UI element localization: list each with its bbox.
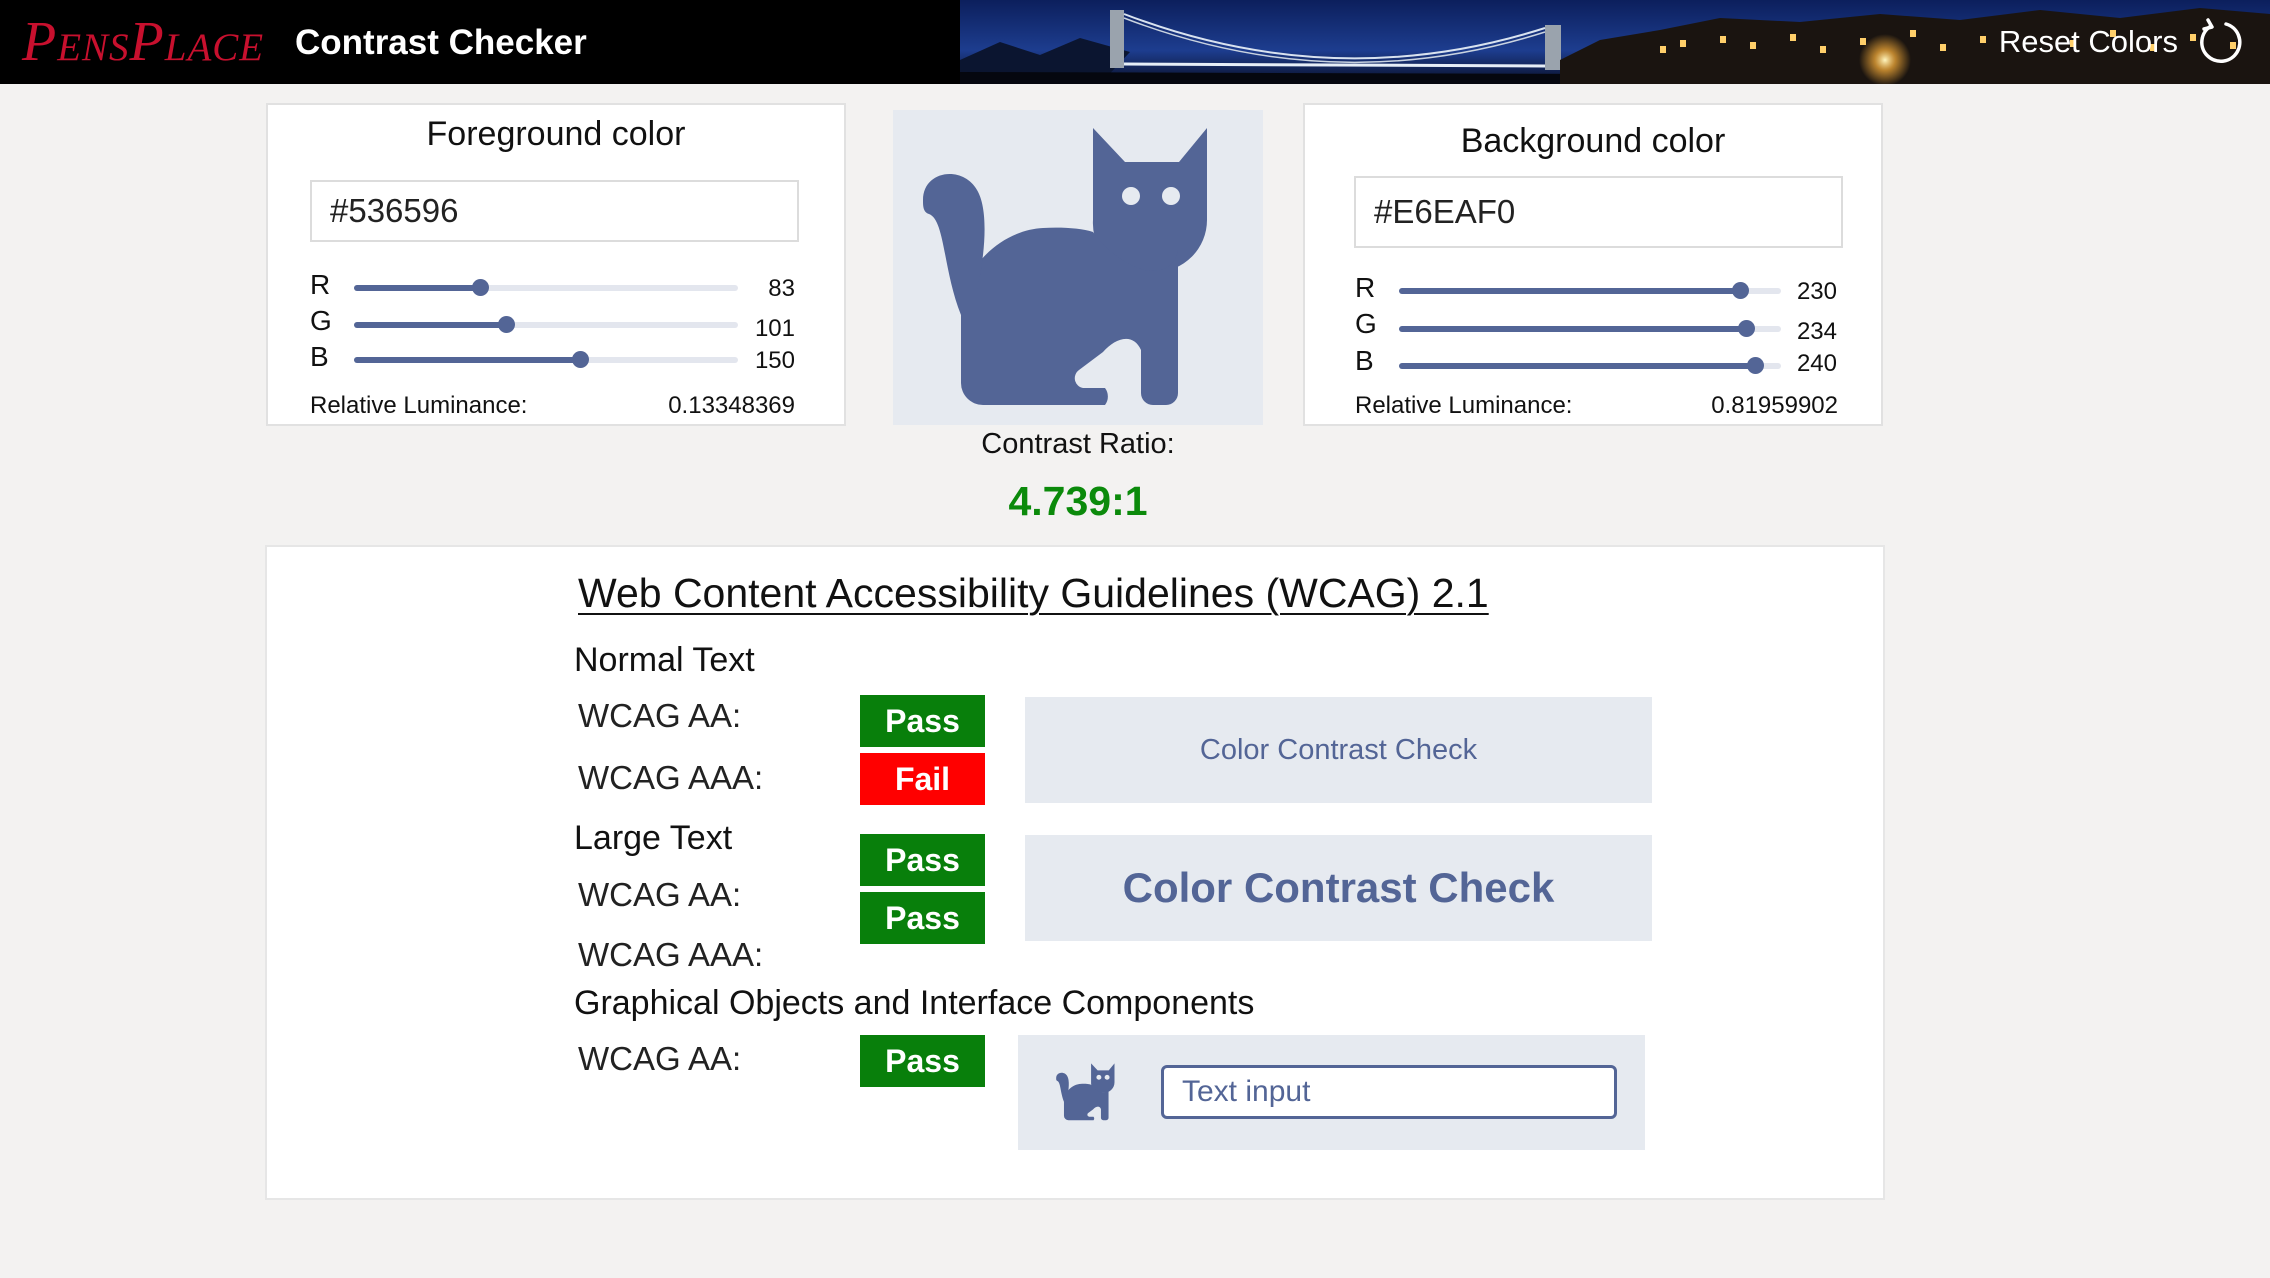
foreground-card: Foreground color R 83 G 101 B 150 Relati… (266, 103, 846, 426)
background-green-letter: G (1355, 308, 1377, 339)
foreground-red-slider[interactable] (354, 279, 738, 296)
large-aaa-badge: Pass (860, 892, 985, 944)
graphical-objects-sample (1018, 1035, 1645, 1150)
foreground-red-value: 83 (768, 275, 795, 302)
app-title: Contrast Checker (295, 23, 587, 62)
background-card: Background color R 230 G 234 B 240 Relat… (1303, 103, 1883, 426)
pensplace-logo: PensPlace (22, 11, 265, 73)
background-luminance-value: 0.81959902 (1711, 392, 1838, 419)
contrast-ratio-value: 4.739:1 (1008, 478, 1148, 524)
normal-aa-badge: Pass (860, 695, 985, 747)
background-blue-value: 240 (1796, 350, 1837, 377)
background-blue-letter: B (1355, 345, 1374, 376)
reset-colors-label: Reset Colors (1998, 24, 2178, 59)
foreground-green-value: 101 (754, 315, 795, 342)
foreground-blue-letter: B (310, 341, 329, 372)
foreground-green-fill (354, 322, 506, 328)
foreground-hex-input[interactable] (310, 180, 799, 242)
objects-aa-badge: Pass (860, 1035, 985, 1087)
cat-icon-small (1056, 1063, 1115, 1121)
background-green-fill (1399, 326, 1746, 332)
cat-icon (923, 128, 1207, 405)
foreground-blue-value: 150 (754, 347, 795, 374)
foreground-blue-fill (354, 357, 580, 363)
large-text-heading: Large Text (574, 819, 733, 857)
background-title: Background color (1460, 122, 1726, 160)
foreground-luminance-label: Relative Luminance: (310, 392, 528, 419)
foreground-green-letter: G (310, 305, 332, 336)
foreground-blue-thumb[interactable] (572, 351, 589, 368)
background-blue-slider[interactable] (1399, 357, 1781, 374)
large-aa-label: WCAG AA: (578, 876, 742, 913)
normal-aa-label: WCAG AA: (578, 697, 742, 734)
background-red-fill (1399, 288, 1740, 294)
background-blue-thumb[interactable] (1747, 357, 1764, 374)
normal-text-sample: Color Contrast Check (1025, 697, 1652, 803)
foreground-green-slider[interactable] (354, 316, 738, 333)
normal-aaa-label: WCAG AAA: (578, 759, 764, 796)
graphical-objects-heading: Graphical Objects and Interface Componen… (574, 984, 1255, 1022)
background-green-slider[interactable] (1399, 320, 1781, 337)
foreground-red-letter: R (310, 269, 331, 300)
large-aa-badge: Pass (860, 834, 985, 886)
background-red-value: 230 (1796, 278, 1837, 305)
foreground-red-fill (354, 285, 480, 291)
normal-text-heading: Normal Text (574, 641, 755, 679)
background-hex-input[interactable] (1354, 176, 1843, 248)
foreground-title: Foreground color (426, 115, 686, 153)
background-green-thumb[interactable] (1738, 320, 1755, 337)
background-red-letter: R (1355, 272, 1376, 303)
objects-aa-label: WCAG AA: (578, 1040, 742, 1077)
reset-colors-button[interactable]: Reset Colors (1999, 16, 2244, 68)
background-red-thumb[interactable] (1732, 282, 1749, 299)
foreground-luminance-value: 0.13348369 (668, 392, 795, 419)
foreground-red-thumb[interactable] (472, 279, 489, 296)
app-header: PensPlace Contrast Checker Reset Colors (0, 0, 2270, 84)
background-luminance-label: Relative Luminance: (1355, 392, 1573, 419)
foreground-green-thumb[interactable] (498, 316, 515, 333)
background-blue-fill (1399, 363, 1755, 369)
contrast-ratio-label: Contrast Ratio: (981, 428, 1175, 460)
wcag-title: Web Content Accessibility Guidelines (WC… (578, 570, 1489, 616)
background-green-value: 234 (1796, 318, 1837, 345)
normal-aaa-badge: Fail (860, 753, 985, 805)
foreground-blue-slider[interactable] (354, 351, 738, 368)
large-aaa-label: WCAG AAA: (578, 936, 764, 973)
background-red-slider[interactable] (1399, 282, 1781, 299)
sample-text-input[interactable] (1161, 1065, 1617, 1119)
large-text-sample: Color Contrast Check (1025, 835, 1652, 941)
refresh-icon (2196, 18, 2244, 66)
contrast-preview (893, 110, 1263, 425)
